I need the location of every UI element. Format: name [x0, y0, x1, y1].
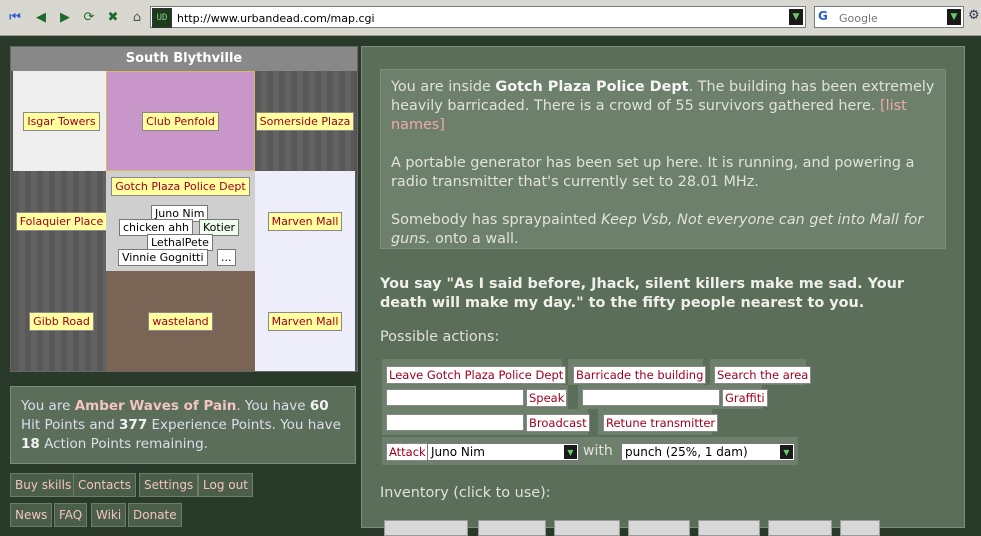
weapon-select[interactable]: punch (25%, 1 dam) ▼: [621, 443, 795, 461]
map-cell-nw: Isgar Towers: [13, 71, 110, 171]
desc-text: Somebody has spraypainted: [391, 212, 602, 228]
map-cell-n: Club Penfold: [106, 71, 255, 171]
inventory-item-button[interactable]: [478, 520, 546, 536]
inventory-item-button[interactable]: [384, 520, 468, 536]
suburb-map: South Blythville Isgar Towers Club Penfo…: [10, 46, 358, 372]
google-icon: G: [818, 9, 828, 23]
donate-link[interactable]: Donate: [128, 503, 182, 527]
wiki-link[interactable]: Wiki: [91, 503, 127, 527]
home-icon[interactable]: ⌂: [128, 8, 146, 26]
search-bar[interactable]: G ▼: [814, 6, 964, 28]
map-cell-s: wasteland: [106, 271, 255, 371]
inventory-label: Inventory (click to use):: [380, 485, 551, 501]
building-name: Gotch Plaza Police Dept: [495, 79, 689, 95]
map-cell-w: Folaquier Place: [13, 171, 110, 271]
map-location-button[interactable]: wasteland: [148, 311, 213, 331]
attack-target-select[interactable]: Juno Nim ▼: [427, 443, 579, 461]
chevron-down-icon: ▼: [780, 445, 793, 459]
map-cell-se: Marven Mall: [255, 271, 355, 371]
graffiti-button[interactable]: Graffiti: [722, 389, 768, 407]
back-icon[interactable]: ◀: [32, 8, 50, 26]
map-location-button[interactable]: Folaquier Place: [15, 211, 108, 231]
desc-text: onto a wall.: [430, 231, 519, 247]
contacts-link[interactable]: Contacts: [73, 473, 136, 497]
url-input[interactable]: [175, 9, 789, 27]
url-bar[interactable]: ▼: [150, 6, 806, 28]
inventory-item-button[interactable]: [840, 520, 880, 536]
faq-link[interactable]: FAQ: [54, 503, 88, 527]
logout-link[interactable]: Log out: [198, 473, 253, 497]
speech-message: You say "As I said before, Jhack, silent…: [380, 276, 904, 311]
map-location-button[interactable]: Isgar Towers: [23, 111, 100, 131]
map-location-button[interactable]: Somerside Plaza: [255, 111, 355, 131]
search-area-button[interactable]: Search the area: [714, 366, 812, 384]
speak-button[interactable]: Speak: [526, 389, 568, 407]
leave-building-button[interactable]: Leave Gotch Plaza Police Dept: [386, 366, 567, 384]
page-scrollbar[interactable]: [965, 36, 981, 528]
attack-button[interactable]: Attack: [386, 443, 429, 461]
chevron-down-icon: ▼: [564, 445, 577, 459]
map-cell-ne: Somerside Plaza: [255, 71, 355, 171]
actions-label: Possible actions:: [380, 329, 500, 345]
main-panel: You are inside Gotch Plaza Police Dept. …: [361, 46, 965, 536]
settings-link[interactable]: Settings: [139, 473, 199, 497]
broadcast-button[interactable]: Broadcast: [526, 414, 590, 432]
inventory-item-button[interactable]: [628, 520, 690, 536]
current-location-button[interactable]: Gotch Plaza Police Dept: [111, 177, 250, 196]
suburb-title: South Blythville: [11, 47, 357, 71]
rewind-icon[interactable]: ⏮: [6, 8, 24, 26]
status-text: Action Points remaining.: [39, 436, 208, 452]
desc-text: You are inside: [391, 79, 496, 95]
with-label: with: [583, 443, 613, 459]
character-name[interactable]: Amber Waves of Pain: [75, 398, 237, 414]
reload-icon[interactable]: ⟳: [80, 8, 98, 26]
site-favicon-icon: UD: [152, 8, 172, 28]
news-link[interactable]: News: [10, 503, 53, 527]
weapon-value: punch (25%, 1 dam): [625, 445, 748, 459]
status-text: Hit Points and: [21, 417, 120, 433]
buy-skills-link[interactable]: Buy skills: [10, 473, 77, 497]
map-cell-sw: Gibb Road: [13, 271, 110, 371]
inventory-item-button[interactable]: [698, 520, 760, 536]
map-location-button[interactable]: Marven Mall: [267, 311, 343, 331]
map-location-button[interactable]: Gibb Road: [29, 311, 94, 331]
map-location-button[interactable]: Club Penfold: [142, 111, 219, 131]
status-text: . You have: [236, 398, 310, 414]
map-cell-e: Marven Mall: [255, 171, 355, 271]
broadcast-input[interactable]: [386, 414, 524, 431]
inventory-item-button[interactable]: [554, 520, 620, 536]
settings-gear-icon[interactable]: ⚙: [968, 8, 980, 23]
stop-icon[interactable]: ✖: [104, 8, 122, 26]
barricade-button[interactable]: Barricade the building: [573, 366, 707, 384]
status-text: You are: [21, 398, 75, 414]
zombie-button[interactable]: Vinnie Gognitti: [118, 249, 208, 266]
forward-icon[interactable]: ▶: [56, 8, 74, 26]
browser-toolbar: ⏮ ◀ ▶ ⟳ ✖ ⌂ ▼ UD G ▼ ⚙: [0, 0, 981, 36]
search-input[interactable]: [837, 9, 941, 27]
retune-transmitter-button[interactable]: Retune transmitter: [603, 414, 719, 432]
graffiti-input[interactable]: [582, 389, 720, 406]
speak-input[interactable]: [386, 389, 524, 406]
inventory-item-button[interactable]: [768, 520, 832, 536]
status-text: Experience Points. You have: [147, 417, 341, 433]
more-zombies-button[interactable]: ...: [217, 249, 236, 266]
action-points: 18: [21, 436, 40, 452]
generator-text: A portable generator has been set up her…: [391, 155, 915, 190]
url-dropdown-icon[interactable]: ▼: [789, 9, 803, 25]
character-status: You are Amber Waves of Pain. You have 60…: [10, 386, 356, 464]
attack-target-value: Juno Nim: [431, 445, 485, 459]
experience-points: 377: [119, 417, 148, 433]
location-description: You are inside Gotch Plaza Police Dept. …: [380, 69, 946, 249]
map-location-button[interactable]: Marven Mall: [267, 211, 343, 231]
hit-points: 60: [309, 398, 329, 414]
search-dropdown-icon[interactable]: ▼: [947, 9, 961, 25]
